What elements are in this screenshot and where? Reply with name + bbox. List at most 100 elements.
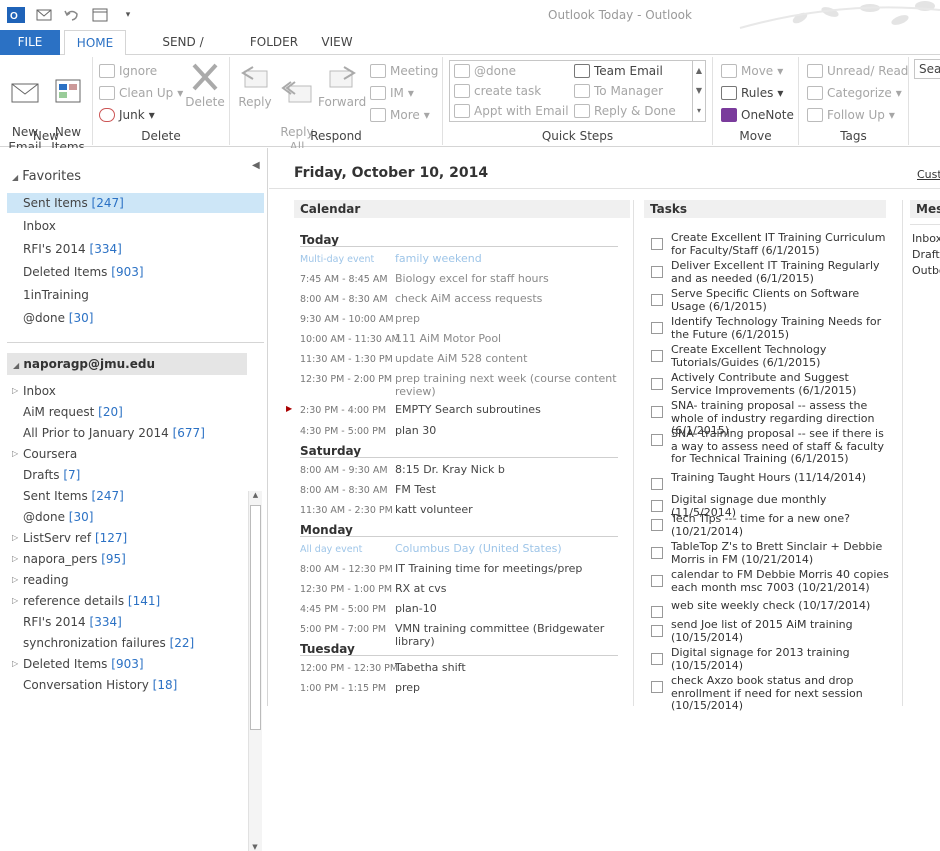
folder-item[interactable]: Conversation History [18] xyxy=(23,675,177,695)
task-link[interactable]: check Axzo book status and drop enrollme… xyxy=(671,674,891,713)
task-link[interactable]: calendar to FM Debbie Morris 40 copies e… xyxy=(671,568,891,594)
meeting-button[interactable]: Meeting xyxy=(370,61,438,81)
message-folder-link[interactable]: Inbox xyxy=(912,232,940,245)
categorize-button[interactable]: Categorize ▾ xyxy=(807,83,902,103)
task-checkbox[interactable] xyxy=(651,575,663,587)
folder-item[interactable]: ListServ ref [127] xyxy=(23,528,127,548)
rules-button[interactable]: Rules ▾ xyxy=(721,83,783,103)
task-checkbox[interactable] xyxy=(651,625,663,637)
folder-item[interactable]: Sent Items [247] xyxy=(23,486,124,506)
tab-file[interactable]: FILE xyxy=(0,30,60,55)
folder-item[interactable]: reading xyxy=(23,570,69,590)
qs-reply-done[interactable]: Reply & Done xyxy=(574,101,676,121)
qs-create-task[interactable]: create task xyxy=(454,81,541,101)
favorite-item[interactable]: Inbox xyxy=(23,216,56,236)
tab-home[interactable]: HOME xyxy=(64,30,126,56)
scroll-down-icon[interactable]: ▼ xyxy=(249,843,261,851)
task-checkbox[interactable] xyxy=(651,519,663,531)
task-link[interactable]: Training Taught Hours (11/14/2014) xyxy=(671,471,891,485)
task-link[interactable]: Identify Technology Training Needs for t… xyxy=(671,315,891,341)
expand-arrow-icon[interactable]: ▷ xyxy=(12,554,18,563)
expand-arrow-icon[interactable]: ▷ xyxy=(12,386,18,395)
task-link[interactable]: send Joe list of 2015 AiM training (10/1… xyxy=(671,618,891,644)
folder-item[interactable]: synchronization failures [22] xyxy=(23,633,194,653)
folder-scrollbar[interactable]: ▲ ▼ xyxy=(248,491,262,851)
task-checkbox[interactable] xyxy=(651,238,663,250)
folder-item[interactable]: Coursera xyxy=(23,444,77,464)
task-link[interactable]: Tech Tips --- time for a new one? (10/21… xyxy=(671,512,891,538)
task-checkbox[interactable] xyxy=(651,478,663,490)
move-button[interactable]: Move ▾ xyxy=(721,61,783,81)
ignore-button[interactable]: Ignore xyxy=(99,61,157,81)
qs-team-email[interactable]: Team Email xyxy=(574,61,663,81)
scroll-up-icon[interactable]: ▲ xyxy=(249,491,262,503)
message-folder-link[interactable]: Outbo xyxy=(912,264,940,277)
tab-send-receive[interactable]: SEND / RECEIVE xyxy=(135,30,231,73)
gallery-scroll[interactable]: ▲ ▼ ▾ xyxy=(692,61,705,121)
expand-arrow-icon[interactable]: ▷ xyxy=(12,659,18,668)
message-folder-link[interactable]: Drafts xyxy=(912,248,940,261)
favorites-header[interactable]: ◢ Favorites xyxy=(12,169,81,184)
reply-button[interactable]: Reply xyxy=(234,61,276,110)
task-link[interactable]: web site weekly check (10/17/2014) xyxy=(671,599,891,613)
task-link[interactable]: SNA- training proposal -- see if there i… xyxy=(671,427,891,466)
task-checkbox[interactable] xyxy=(651,434,663,446)
task-checkbox[interactable] xyxy=(651,547,663,559)
task-checkbox[interactable] xyxy=(651,606,663,618)
folder-item[interactable]: Deleted Items [903] xyxy=(23,654,144,674)
im-button[interactable]: IM ▾ xyxy=(370,83,414,103)
favorite-item[interactable]: 1inTraining xyxy=(23,285,89,305)
scroll-thumb[interactable] xyxy=(250,505,261,730)
folder-item[interactable]: RFI's 2014 [334] xyxy=(23,612,122,632)
favorite-item[interactable]: Sent Items [247] xyxy=(23,193,124,213)
task-link[interactable]: Create Excellent IT Training Curriculum … xyxy=(671,231,891,257)
more-button[interactable]: More ▾ xyxy=(370,105,430,125)
task-checkbox[interactable] xyxy=(651,500,663,512)
tab-view[interactable]: VIEW xyxy=(314,30,360,55)
junk-button[interactable]: Junk ▾ xyxy=(99,105,155,125)
customize-link[interactable]: Cust xyxy=(917,168,940,181)
task-link[interactable]: TableTop Z's to Brett Sinclair + Debbie … xyxy=(671,540,891,566)
task-checkbox[interactable] xyxy=(651,378,663,390)
expand-arrow-icon[interactable]: ▷ xyxy=(12,533,18,542)
tab-folder[interactable]: FOLDER xyxy=(245,30,303,55)
task-checkbox[interactable] xyxy=(651,322,663,334)
folder-item[interactable]: AiM request [20] xyxy=(23,402,123,422)
favorite-item[interactable]: RFI's 2014 [334] xyxy=(23,239,122,259)
search-people-input[interactable]: Sear xyxy=(914,59,940,79)
task-link[interactable]: Deliver Excellent IT Training Regularly … xyxy=(671,259,891,285)
delete-button[interactable]: Delete xyxy=(183,61,227,110)
task-checkbox[interactable] xyxy=(651,350,663,362)
expand-arrow-icon[interactable]: ▷ xyxy=(12,449,18,458)
qs-to-manager[interactable]: To Manager xyxy=(574,81,663,101)
folder-item[interactable]: reference details [141] xyxy=(23,591,160,611)
folder-item[interactable]: All Prior to January 2014 [677] xyxy=(23,423,205,443)
folder-item[interactable]: Drafts [7] xyxy=(23,465,80,485)
collapse-pane-icon[interactable]: ◀ xyxy=(252,160,260,171)
unread-read-button[interactable]: Unread/ Read xyxy=(807,61,908,81)
favorite-item[interactable]: @done [30] xyxy=(23,308,93,328)
favorite-item[interactable]: Deleted Items [903] xyxy=(23,262,144,282)
expand-arrow-icon[interactable]: ▷ xyxy=(12,596,18,605)
task-checkbox[interactable] xyxy=(651,406,663,418)
task-checkbox[interactable] xyxy=(651,266,663,278)
qs-done[interactable]: @done xyxy=(454,61,516,81)
task-link[interactable]: Digital signage for 2013 training (10/15… xyxy=(671,646,891,672)
task-link[interactable]: Create Excellent Technology Tutorials/Gu… xyxy=(671,343,891,369)
task-link[interactable]: Serve Specific Clients on Software Usage… xyxy=(671,287,891,313)
onenote-button[interactable]: OneNote xyxy=(721,105,794,125)
account-header[interactable]: ◢ naporagp@jmu.edu xyxy=(7,353,247,375)
expand-arrow-icon[interactable]: ▷ xyxy=(12,575,18,584)
cleanup-button[interactable]: Clean Up ▾ xyxy=(99,83,183,103)
folder-item[interactable]: @done [30] xyxy=(23,507,93,527)
task-checkbox[interactable] xyxy=(651,653,663,665)
forward-button[interactable]: Forward xyxy=(318,61,366,110)
qs-appt[interactable]: Appt with Email xyxy=(454,101,569,121)
task-link[interactable]: Actively Contribute and Suggest Service … xyxy=(671,371,891,397)
task-checkbox[interactable] xyxy=(651,294,663,306)
task-checkbox[interactable] xyxy=(651,681,663,693)
folder-item[interactable]: napora_pers [95] xyxy=(23,549,126,569)
follow-up-button[interactable]: Follow Up ▾ xyxy=(807,105,895,125)
new-items-icon xyxy=(55,79,81,103)
folder-item[interactable]: Inbox xyxy=(23,381,56,401)
